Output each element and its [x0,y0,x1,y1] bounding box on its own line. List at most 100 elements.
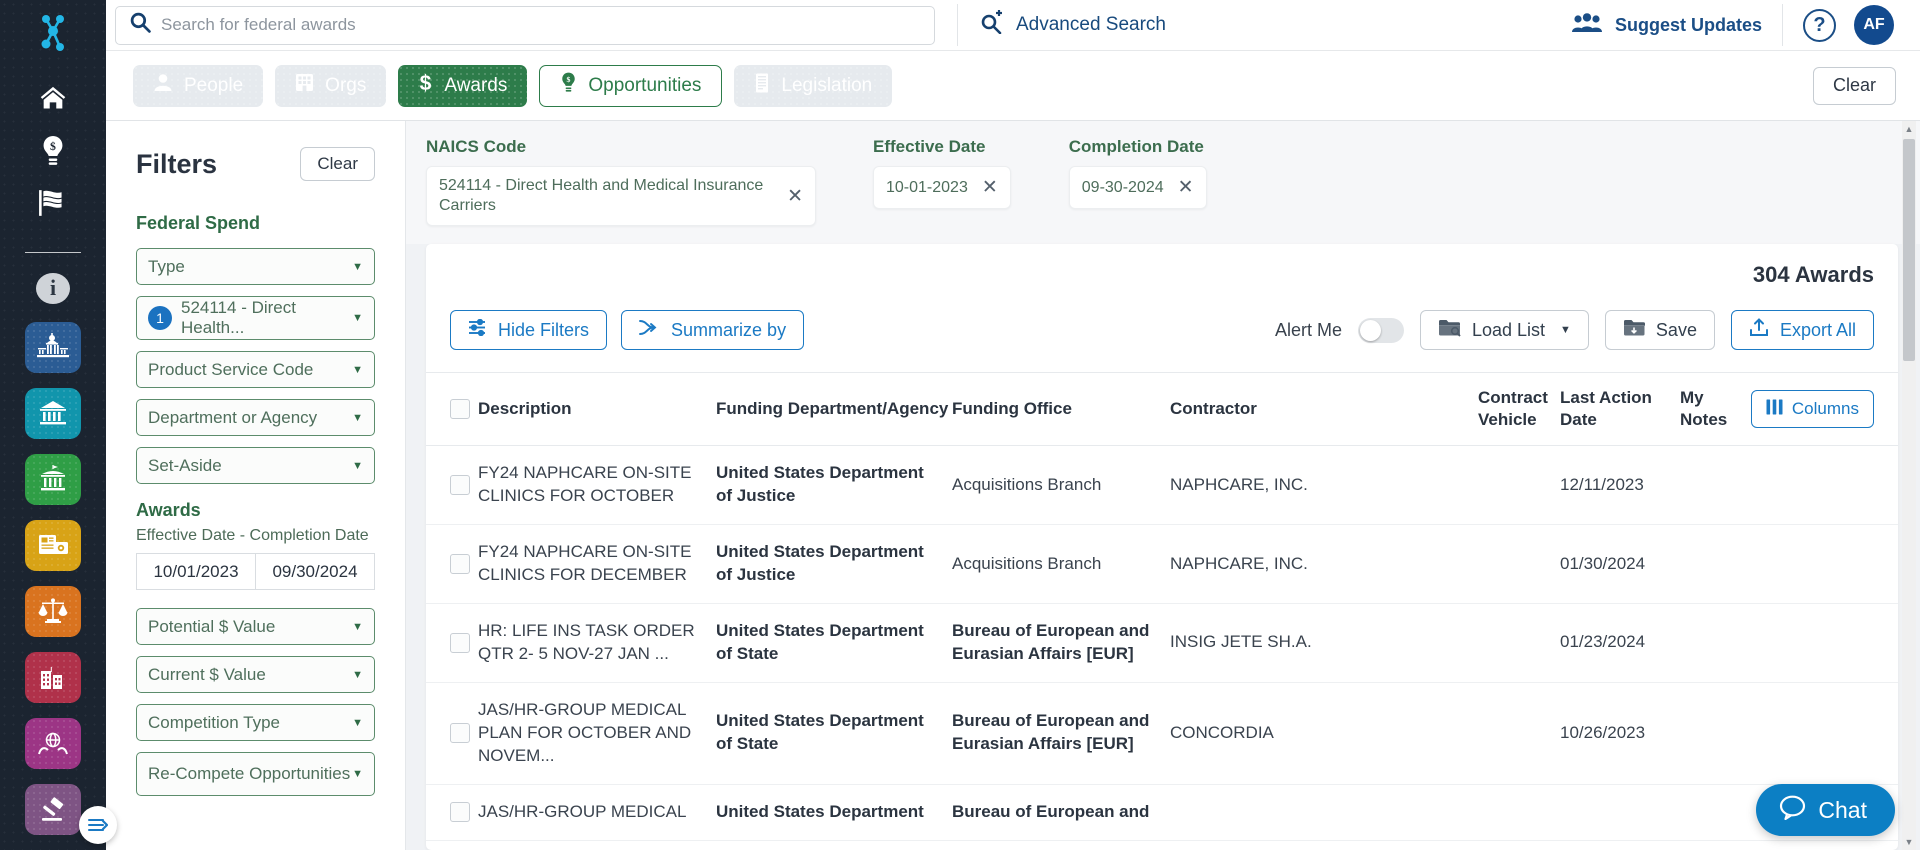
tab-people[interactable]: People [133,64,264,107]
filter-naics-select[interactable]: 1 524114 - Direct Health... ▼ [136,296,375,340]
summarize-by-button[interactable]: Summarize by [621,310,805,350]
filter-competition-type-label: Competition Type [148,712,280,732]
close-icon[interactable]: ✕ [787,185,803,208]
capitol-dome-icon[interactable] [25,321,81,373]
filter-psc-select[interactable]: Product Service Code ▼ [136,351,375,388]
page-scrollbar[interactable]: ▲ ▼ [1902,121,1916,850]
select-all-checkbox[interactable] [450,399,470,420]
chevron-down-icon: ▼ [352,260,363,273]
date-from-input[interactable]: 10/01/2023 [136,553,255,590]
criteria-naics: NAICS Code 524114 - Direct Health and Me… [426,137,816,226]
avatar[interactable]: AF [1854,5,1894,45]
th-funding-department[interactable]: Funding Department/Agency [716,398,952,420]
scales-of-justice-icon[interactable] [25,585,81,637]
row-checkbox[interactable] [450,554,470,574]
close-icon[interactable]: ✕ [1178,176,1194,199]
close-icon[interactable]: ✕ [982,176,998,199]
load-list-button[interactable]: Load List ▼ [1419,310,1589,350]
table-row[interactable]: HR: LIFE INS TASK ORDER QTR 2- 5 NOV-27 … [426,604,1898,683]
hide-filters-button[interactable]: Hide Filters [450,310,608,350]
tab-orgs[interactable]: Orgs [275,64,387,107]
chevron-down-icon: ▼ [352,716,363,729]
globe-in-hands-icon[interactable] [25,717,81,770]
filter-competition-type-select[interactable]: Competition Type ▼ [136,704,375,741]
th-description[interactable]: Description [478,398,716,420]
th-my-notes[interactable]: My Notes [1680,387,1740,431]
lightbulb-dollar-icon[interactable]: $ [30,124,76,177]
criteria-effective-date-chip[interactable]: 10-01-2023 ✕ [873,166,1011,209]
th-funding-office[interactable]: Funding Office [952,398,1170,420]
scroll-up-arrow-icon[interactable]: ▲ [1902,121,1916,137]
alert-me-label: Alert Me [1274,319,1342,340]
news-media-icon[interactable] [25,519,81,571]
chevron-down-icon: ▼ [352,459,363,472]
scroll-down-arrow-icon[interactable]: ▼ [1902,834,1916,850]
save-button[interactable]: Save [1604,310,1715,350]
tab-awards[interactable]: $ Awards [398,64,528,107]
export-all-button[interactable]: Export All [1730,310,1874,350]
date-to-input[interactable]: 09/30/2024 [255,553,375,590]
tab-opportunities-label: Opportunities [588,74,702,96]
row-checkbox[interactable] [450,632,470,653]
flag-icon[interactable] [30,177,76,230]
row-checkbox[interactable] [450,475,470,496]
lightbulb-dollar-icon: $ [560,72,577,99]
th-contractor[interactable]: Contractor [1170,398,1478,420]
gavel-icon[interactable] [25,784,81,836]
filter-naics-count-badge: 1 [148,306,172,330]
advanced-search-button[interactable]: Advanced Search [980,10,1166,40]
criteria-completion-date-chip[interactable]: 09-30-2024 ✕ [1068,166,1207,209]
search-bar[interactable] [115,5,935,45]
filter-potential-value-label: Potential $ Value [148,616,276,636]
filter-setaside-select[interactable]: Set-Aside ▼ [136,447,375,484]
filter-type-select[interactable]: Type ▼ [136,248,375,285]
upload-icon [1749,318,1769,342]
filter-department-label: Department or Agency [148,407,318,427]
help-circle-icon[interactable]: ? [1803,8,1836,42]
tab-legislation[interactable]: Legislation [734,64,893,107]
table-row[interactable]: JAS/HR-GROUP MEDICAL PLAN FOR OCTOBER AN… [426,683,1898,785]
filter-recompete-select[interactable]: Re-Compete Opportunities ▼ [136,752,375,796]
scrollbar-thumb[interactable] [1903,139,1915,361]
chevron-down-icon: ▼ [352,620,363,633]
chat-button[interactable]: Chat [1756,784,1895,836]
search-input[interactable] [161,15,920,35]
columns-button[interactable]: Columns [1750,390,1874,429]
table-body: FY24 NAPHCARE ON-SITE CLINICS FOR OCTOBE… [426,446,1898,841]
criteria-naics-chip[interactable]: 524114 - Direct Health and Medical Insur… [426,166,816,226]
tab-opportunities[interactable]: $ Opportunities [539,64,723,107]
government-building-icon[interactable] [25,453,81,505]
molecule-logo-icon[interactable] [30,10,76,57]
table-row[interactable]: FY24 NAPHCARE ON-SITE CLINICS FOR OCTOBE… [426,446,1898,526]
bank-building-icon[interactable] [25,387,81,439]
table-row[interactable]: FY24 NAPHCARE ON-SITE CLINICS FOR DECEMB… [426,525,1898,604]
advanced-search-label: Advanced Search [1016,14,1166,35]
th-contract-vehicle[interactable]: Contract Vehicle [1478,387,1560,431]
filters-clear-button[interactable]: Clear [300,147,375,181]
alert-me-toggle[interactable] [1357,317,1404,343]
svg-text:$: $ [420,72,432,94]
svg-text:$: $ [50,140,56,153]
page-title: Filters [136,148,218,179]
sidebar-collapse-toggle[interactable] [79,806,117,844]
city-buildings-icon[interactable] [25,651,81,703]
folder-save-icon [1623,318,1645,342]
chevron-down-icon: ▼ [352,767,363,780]
table-row[interactable]: JAS/HR-GROUP MEDICAL United States Depar… [426,785,1898,841]
cell-contractor: CONCORDIA [1170,722,1274,742]
suggest-updates-button[interactable]: Suggest Updates [1571,12,1762,38]
chevron-down-icon: ▼ [352,668,363,681]
info-icon[interactable]: i [36,272,70,304]
row-checkbox[interactable] [450,723,470,744]
cell-office: Bureau of European and [952,801,1150,821]
filter-potential-value-select[interactable]: Potential $ Value ▼ [136,608,375,645]
filter-department-select[interactable]: Department or Agency ▼ [136,399,375,436]
th-last-action-date[interactable]: Last Action Date [1560,387,1680,431]
row-select-cell [450,632,478,653]
clear-all-button[interactable]: Clear [1812,66,1896,105]
chat-bubble-icon [1779,795,1806,826]
home-icon[interactable] [30,71,76,124]
person-icon [153,73,173,98]
filter-current-value-select[interactable]: Current $ Value ▼ [136,656,375,693]
row-checkbox[interactable] [450,802,470,823]
